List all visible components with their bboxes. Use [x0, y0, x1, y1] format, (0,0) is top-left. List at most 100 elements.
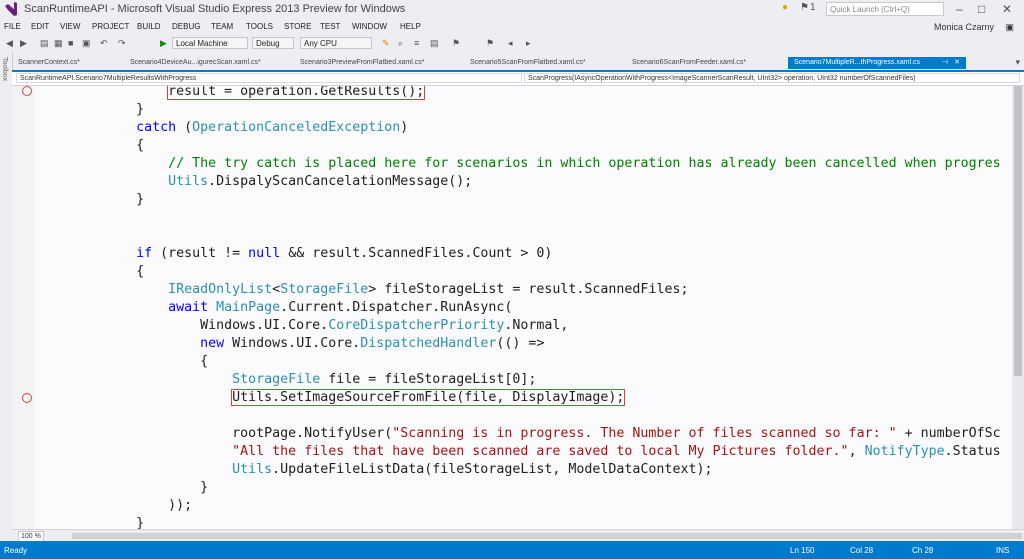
- open-file-icon[interactable]: ▦: [54, 38, 63, 49]
- minimize-icon[interactable]: –: [956, 2, 963, 16]
- quick-launch-input[interactable]: Quick Launch (Ctrl+Q): [826, 2, 944, 16]
- menu-window[interactable]: WINDOW: [352, 22, 387, 31]
- code-token: MainPage: [216, 300, 281, 315]
- notification-icon[interactable]: ●: [782, 2, 788, 13]
- configuration-dropdown[interactable]: Debug: [252, 37, 294, 49]
- window-title: ScanRuntimeAPI - Microsoft Visual Studio…: [24, 3, 406, 15]
- code-token: {: [40, 264, 145, 279]
- forward-icon[interactable]: ▶: [20, 38, 27, 49]
- menu-test[interactable]: TEST: [320, 22, 340, 31]
- run-target-dropdown[interactable]: Local Machine: [172, 37, 248, 49]
- code-line: {: [40, 263, 144, 281]
- code-token: result = operation.GetResults();: [167, 86, 426, 100]
- save-all-icon[interactable]: ▣: [82, 38, 91, 49]
- insert-mode: INS: [996, 546, 1010, 555]
- user-avatar-icon[interactable]: ▣: [1005, 22, 1014, 33]
- navigation-bar: ScanRuntimeAPI.Scenario7MultipleResultsW…: [12, 72, 1024, 86]
- user-name[interactable]: Monica Czarny: [934, 22, 994, 32]
- back-icon[interactable]: ◀: [6, 38, 13, 49]
- code-token: if: [136, 246, 153, 261]
- code-token: OperationCanceledException: [192, 120, 401, 135]
- breakpoint-icon[interactable]: [22, 393, 32, 403]
- tab-scenario5[interactable]: Scenario5ScanFromFlatbed.xaml.cs*: [464, 57, 624, 69]
- code-token: > fileStorageList = result.ScannedFiles;: [368, 282, 689, 297]
- code-token: new: [200, 336, 225, 351]
- tab-scenario4[interactable]: Scenario4DeviceAu...igurecScan.xaml.cs*: [124, 57, 294, 69]
- toggle-bookmark-icon[interactable]: ⚑: [486, 38, 494, 49]
- status-bar: Ready Ln 150 Col 28 Ch 28 INS: [0, 541, 1024, 559]
- vertical-scroll-thumb[interactable]: [1014, 86, 1022, 376]
- code-line: }: [40, 101, 144, 119]
- code-token: }: [40, 516, 145, 529]
- maximize-icon[interactable]: □: [978, 2, 985, 16]
- comment-icon[interactable]: ▤: [430, 38, 439, 49]
- menu-view[interactable]: VIEW: [60, 22, 80, 31]
- undo-icon[interactable]: ↶: [100, 38, 108, 49]
- code-line: }: [40, 515, 144, 529]
- code-line: Windows.UI.Core.CoreDispatcherPriority.N…: [40, 317, 568, 335]
- document-tabs: ScannerContext.cs* Scenario4DeviceAu...i…: [12, 57, 1024, 72]
- member-dropdown[interactable]: ScanProgress(IAsyncOperationWithProgress…: [524, 73, 1020, 83]
- feedback-icon[interactable]: ⚑: [800, 2, 809, 13]
- tab-scanner-context[interactable]: ScannerContext.cs*: [12, 57, 132, 69]
- code-line: catch (OperationCanceledException): [40, 119, 408, 137]
- tab-overflow-icon[interactable]: ▾: [1015, 57, 1020, 68]
- menu-store[interactable]: STORE: [284, 22, 311, 31]
- close-tab-icon[interactable]: ✕: [954, 57, 960, 69]
- code-line: {: [40, 137, 144, 155]
- start-debugging-icon[interactable]: ▶: [160, 38, 167, 49]
- save-icon[interactable]: ■: [68, 38, 73, 48]
- code-token: }: [40, 192, 145, 207]
- code-token: CoreDispatcherPriority: [328, 318, 505, 333]
- attach-icon[interactable]: ✎: [382, 38, 390, 49]
- title-bar: ScanRuntimeAPI - Microsoft Visual Studio…: [0, 0, 1024, 20]
- menu-build[interactable]: BUILD: [137, 22, 161, 31]
- code-line: }: [40, 479, 208, 497]
- pin-tab-icon[interactable]: ⊣: [942, 57, 948, 69]
- tab-scenario6[interactable]: Scenario6ScanFromFeeder.xaml.cs*: [626, 57, 786, 69]
- menu-team[interactable]: TEAM: [211, 22, 233, 31]
- code-token: }: [40, 480, 209, 495]
- code-token: Utils: [232, 462, 273, 477]
- code-line: Utils.SetImageSourceFromFile(file, Displ…: [40, 389, 626, 407]
- vertical-scrollbar[interactable]: [1012, 86, 1024, 529]
- code-token: ,: [848, 444, 865, 459]
- breakpoint-margin[interactable]: [12, 86, 34, 529]
- menu-debug[interactable]: DEBUG: [172, 22, 200, 31]
- next-bookmark-icon[interactable]: ▸: [526, 38, 531, 49]
- menu-edit[interactable]: EDIT: [31, 22, 49, 31]
- redo-icon[interactable]: ↷: [118, 38, 126, 49]
- close-icon[interactable]: ✕: [1002, 2, 1012, 16]
- code-line: Utils.DispalyScanCancelationMessage();: [40, 173, 472, 191]
- new-project-icon[interactable]: ▤: [40, 38, 49, 49]
- find-icon[interactable]: ⌕: [398, 38, 403, 49]
- tab-scenario7-active[interactable]: Scenario7MultipleR...thProgress.xaml.cs …: [788, 57, 966, 69]
- bookmark-icon[interactable]: ⚑: [452, 38, 460, 49]
- code-line: new Windows.UI.Core.DispatchedHandler(()…: [40, 335, 544, 353]
- menu-file[interactable]: FILE: [4, 22, 21, 31]
- code-editor[interactable]: result = operation.GetResults(); } catch…: [12, 86, 1012, 529]
- menu-project[interactable]: PROJECT: [92, 22, 129, 31]
- tab-scenario3[interactable]: Scenario3PreviewFromFlatbed.xaml.cs*: [294, 57, 464, 69]
- menu-tools[interactable]: TOOLS: [246, 22, 273, 31]
- menu-help[interactable]: HELP: [400, 22, 421, 31]
- code-token: Utils: [168, 174, 209, 189]
- line-number: Ln 150: [790, 546, 815, 555]
- visual-studio-logo-icon: [5, 2, 17, 16]
- toolbox-tab[interactable]: Toolbox: [1, 57, 8, 81]
- horizontal-scroll-thumb[interactable]: [72, 533, 1022, 539]
- code-token: (() =>: [496, 336, 545, 351]
- platform-dropdown[interactable]: Any CPU: [300, 37, 372, 49]
- type-dropdown[interactable]: ScanRuntimeAPI.Scenario7MultipleResultsW…: [16, 73, 522, 83]
- breakpoint-icon[interactable]: [22, 86, 32, 96]
- format-icon[interactable]: ≡: [414, 38, 419, 48]
- code-token: .Status: [944, 444, 1001, 459]
- code-token: NotifyType: [864, 444, 945, 459]
- code-line: {: [40, 353, 208, 371]
- prev-bookmark-icon[interactable]: ◂: [508, 38, 513, 49]
